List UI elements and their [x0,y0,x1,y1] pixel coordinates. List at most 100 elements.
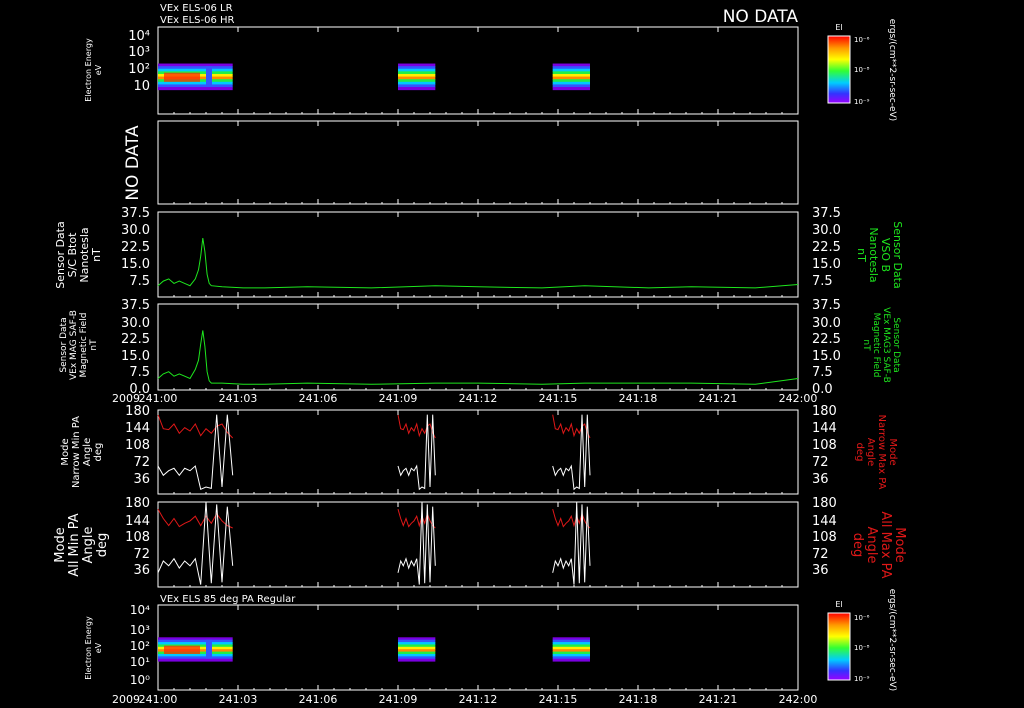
spectrogram-2-data [158,637,590,662]
time-tick-label: 242:00 [779,693,818,706]
spec2-ytick: 10³ [130,623,150,637]
pa-narrow-left-label: Mode [60,438,71,465]
colorbar-2: El 10⁻⁶ 10⁻⁸ 10⁻⁹ ergs/(cm**2-sr-sec-eV) [827,589,897,691]
instrument-label-hr: VEx ELS-06 HR [160,15,235,26]
time-tick-label: 241:00 [139,693,178,706]
pa-narrow-max-line [157,414,234,439]
spec1-ytick: 10² [128,62,150,77]
spectrogram-peak [164,645,200,654]
bmag1-right-label: nT [855,248,868,262]
nodata-label: NO DATA [123,125,143,201]
colorbar-2-unit: ergs/(cm**2-sr-sec-eV) [887,589,897,691]
bmag2-ytick-left: 37.5 [121,298,150,313]
bmag1-ytick-right: 37.5 [812,206,841,221]
pa-narrow-right-label: Mode [887,438,898,465]
nodata-panel: NO DATA [123,120,799,205]
pa-narrow-ytick-right: 72 [812,455,829,470]
pa-all-left-label: Mode [53,527,68,562]
spectrogram-peak [164,72,200,82]
pa-all-right-label: deg [850,533,865,558]
bmag1-ytick-left: 22.5 [121,240,150,255]
time-tick-label: 241:21 [699,693,738,706]
spec2-ytick: 10⁴ [130,603,150,617]
pa-all-ytick-right: 72 [812,547,829,562]
bmag2-ytick-right: 7.5 [812,365,833,380]
bmag2-right-label: VEx MAG3 SAF-B [881,307,891,383]
pa-all-ytick-left: 144 [125,514,150,529]
pa-narrow-max-line [552,414,591,439]
spectrogram-band [158,87,233,91]
spectrogram-panel-2: VEx ELS 85 deg PA Regular Electron Energ… [84,594,799,691]
bmag-panel-1: 37.5 30.0 22.5 15.0 7.5 37.5 30.0 22.5 1… [54,206,904,298]
pa-narrow-max-line [397,414,436,439]
spec2-ytick: 10⁰ [130,673,150,687]
bmag2-left-label: Magnetic Field [79,313,89,378]
colorbar-1-unit: ergs/(cm**2-sr-sec-eV) [887,19,897,121]
pa-narrow-ytick-right: 144 [812,421,837,436]
bmag1-ytick-right: 22.5 [812,240,841,255]
bmag1-ytick-left: 37.5 [121,206,150,221]
spec2-ytick: 10² [130,639,150,653]
bmag2-right-label: nT [861,339,871,351]
pa-narrow-ytick-left: 108 [125,438,150,453]
spec2-ylabel: Electron Energy [84,616,93,680]
bmag1-ytick-right: 30.0 [812,223,841,238]
pa-narrow-min-line [157,414,234,490]
time-tick-label: 241:09 [379,693,418,706]
spectrogram-band [398,658,436,662]
els-summary-plot: VEx ELS-06 LR VEx ELS-06 HR NO DATA Elec… [53,3,907,706]
spectrogram-band [552,658,590,662]
pa-narrow-ytick-left: 180 [125,404,150,419]
pa-all-left-label: deg [95,533,110,558]
colorbar-1-tick: 10⁻⁹ [854,98,870,106]
no-data-header: NO DATA [723,7,799,27]
spectrogram-gap [206,639,212,659]
bmag2-ytick-right: 30.0 [812,316,841,331]
pa-all-panel: 180 144 108 72 36 180 144 108 72 36 Mode… [53,496,907,588]
time-tick-label: 241:03 [219,392,258,405]
colorbar-2-tick: 10⁻⁸ [854,644,870,652]
pa-narrow-ytick-left: 36 [133,472,150,487]
bmag2-ytick-left: 30.0 [121,316,150,331]
pa-all-ytick-right: 144 [812,514,837,529]
pa-narrow-ytick-left: 72 [133,455,150,470]
pa-all-min-line [157,501,234,585]
pa-all-ytick-right: 180 [812,496,837,511]
spec2-ytick: 10¹ [130,655,150,669]
pa-all-min-line [552,501,591,585]
bmag2-left-label: VEx MAG SAF-B [69,310,79,380]
pa-all-right-label: All Max PA [878,511,893,578]
bmag2-ytick-right: 37.5 [812,298,841,313]
spec1-ytick: 10⁴ [128,29,150,44]
pa-all-ytick-right: 36 [812,563,829,578]
time-axis-year-bottom: 2009 [112,693,140,706]
colorbar-1-tick: 10⁻⁸ [854,66,870,74]
spec1-ytick: 10³ [128,45,150,60]
pa-narrow-left-label: Angle [82,438,93,466]
pa-narrow-right-label: Narrow Max PA [876,415,887,490]
bmag2-ytick-right: 22.5 [812,332,841,347]
colorbar-1: El 10⁻⁶ 10⁻⁸ 10⁻⁹ ergs/(cm**2-sr-sec-eV) [827,19,897,121]
bmag2-ytick-left: 15.0 [121,349,150,364]
pa-narrow-left-label: Narrow Min PA [71,416,82,488]
colorbar-2-tick: 10⁻⁶ [854,614,870,622]
time-tick-label: 241:18 [619,392,658,405]
pa-all-left-label: All Min PA [67,513,82,576]
time-tick-label: 241:12 [459,392,498,405]
bmag2-right-label: Sensor Data [891,317,901,372]
pa-all-max-line [552,508,591,529]
colorbar-2-tick: 10⁻⁹ [854,675,870,683]
time-axis-middle: 2009 241:00 241:03 241:06 241:09 241:12 241:1… [112,392,817,405]
bmag2-left-label: nT [89,339,99,351]
bmag1-ytick-right: 15.0 [812,257,841,272]
bmag1-ytick-left: 15.0 [121,257,150,272]
spec1-yunit: eV [94,64,103,75]
time-tick-label: 241:21 [699,392,738,405]
time-tick-label: 241:15 [539,693,578,706]
spec2-title: VEx ELS 85 deg PA Regular [160,594,296,605]
pa-narrow-ytick-right: 108 [812,438,837,453]
pa-all-ytick-right: 108 [812,530,837,545]
spectrogram-band [398,87,436,91]
colorbar-2-title: El [835,600,842,609]
spectrogram-band [552,87,590,91]
